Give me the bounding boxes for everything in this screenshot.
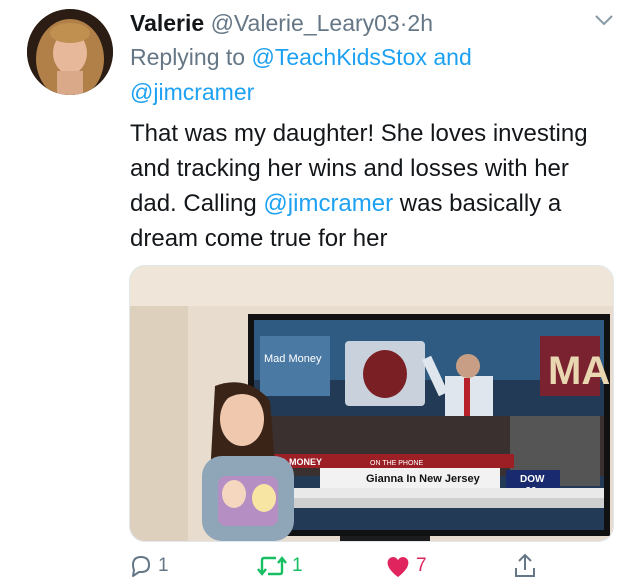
tweet-text: That was my daughter! She loves investin… bbox=[130, 116, 610, 256]
dow-label: DOW bbox=[520, 474, 545, 485]
svg-text:MA: MA bbox=[548, 349, 610, 393]
replying-to: Replying to @TeachKidsStox and @jimcrame… bbox=[130, 40, 560, 110]
like-button[interactable]: 7 bbox=[384, 550, 427, 582]
replying-joiner[interactable]: and bbox=[433, 44, 471, 70]
author-name[interactable]: Valerie bbox=[130, 10, 204, 36]
author-handle[interactable]: @Valerie_Leary03 bbox=[211, 10, 400, 36]
tweet-header: Valerie @Valerie_Leary03·2h bbox=[130, 6, 433, 40]
retweet-button[interactable]: 1 bbox=[256, 550, 303, 582]
lower-third-title: Gianna In New Jersey bbox=[366, 473, 481, 485]
timestamp[interactable]: 2h bbox=[407, 10, 433, 36]
tweet-actions: 1 1 7 bbox=[0, 546, 640, 586]
lower-third-tag: ON THE PHONE bbox=[370, 460, 423, 467]
photo-illustration: Mad Money MA MAD MONEY ON THE PHONE Gian… bbox=[130, 266, 613, 541]
avatar[interactable] bbox=[27, 9, 113, 95]
tweet-mention[interactable]: @jimcramer bbox=[263, 190, 393, 217]
reply-mention-teachkidsstox[interactable]: @TeachKidsStox bbox=[251, 44, 427, 70]
retweet-count: 1 bbox=[292, 555, 303, 576]
chevron-down-icon[interactable] bbox=[593, 12, 615, 28]
tweet-photo[interactable]: Mad Money MA MAD MONEY ON THE PHONE Gian… bbox=[129, 265, 614, 542]
like-count: 7 bbox=[416, 555, 427, 576]
tv-show-name: Mad Money bbox=[264, 353, 322, 365]
share-icon bbox=[515, 553, 535, 577]
reply-mention-jimcramer[interactable]: @jimcramer bbox=[130, 79, 254, 105]
retweet-icon bbox=[257, 556, 287, 576]
reply-icon bbox=[132, 556, 150, 577]
heart-icon bbox=[387, 556, 409, 577]
share-button[interactable] bbox=[512, 550, 538, 582]
reply-button[interactable]: 1 bbox=[128, 550, 169, 582]
reply-count: 1 bbox=[158, 555, 169, 576]
avatar-photo bbox=[27, 9, 113, 95]
replying-prefix: Replying to bbox=[130, 44, 246, 70]
